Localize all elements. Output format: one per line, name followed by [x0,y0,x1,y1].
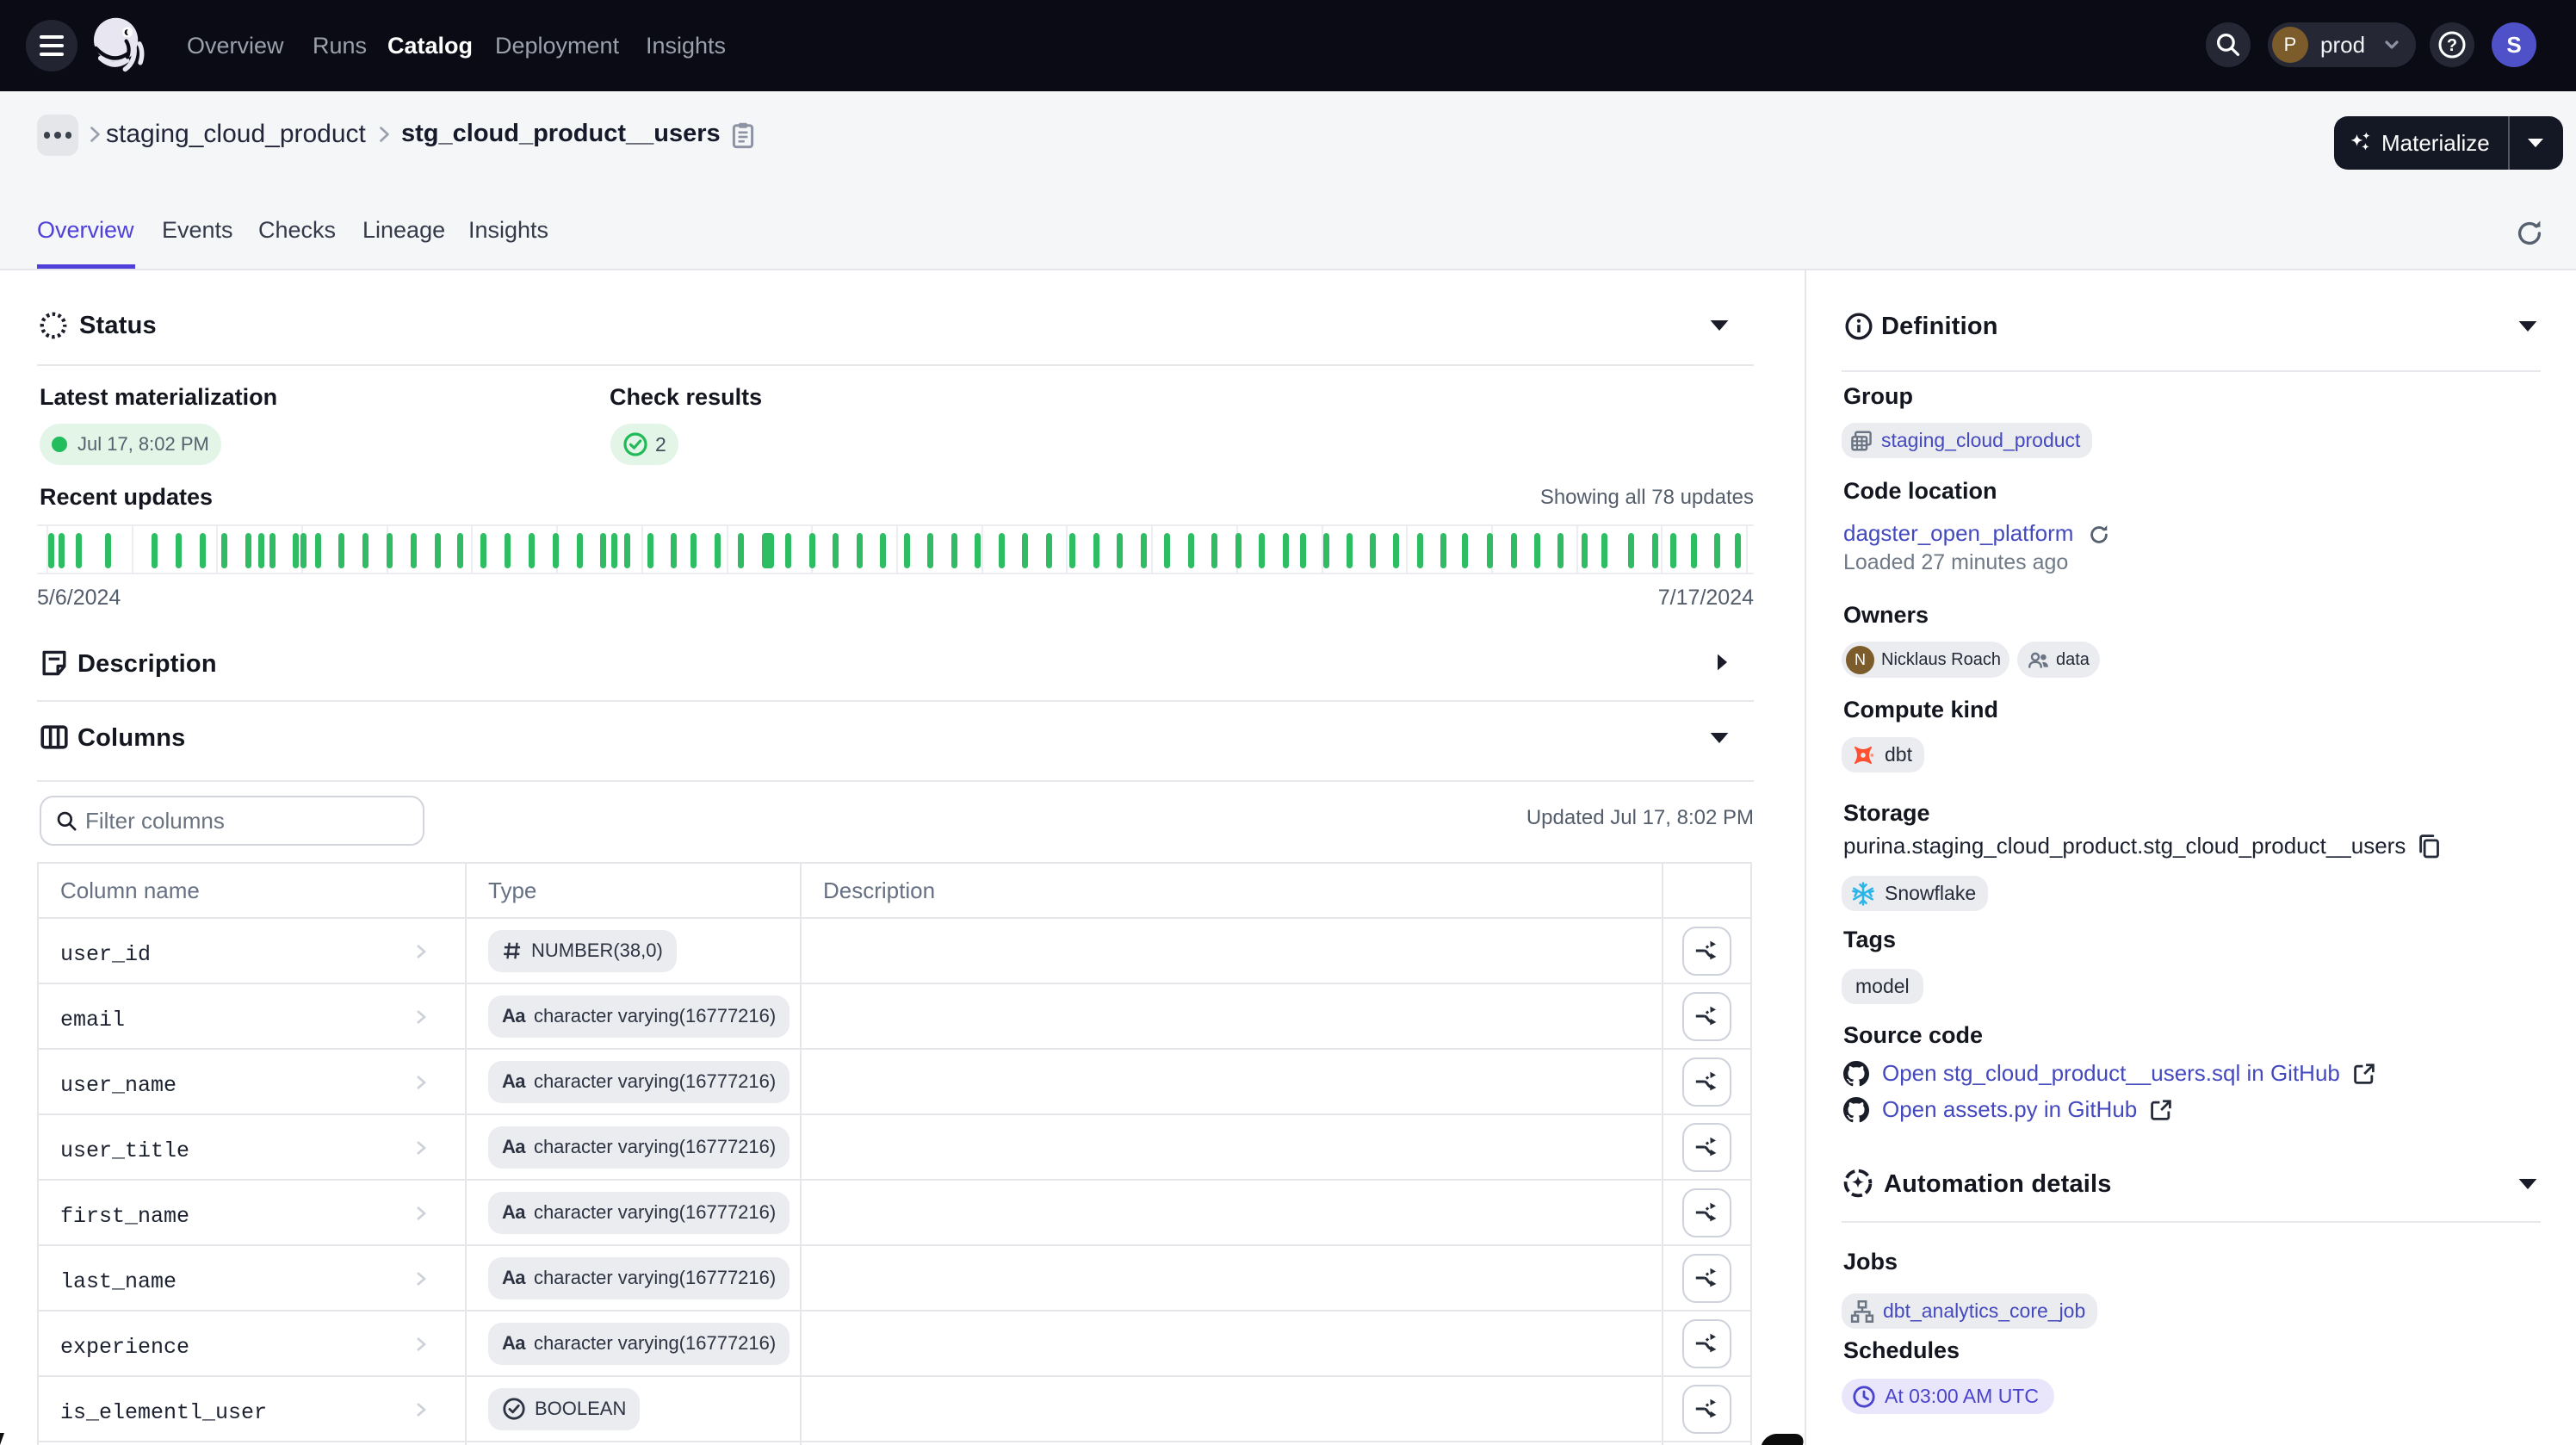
svg-text:?: ? [2447,36,2457,55]
